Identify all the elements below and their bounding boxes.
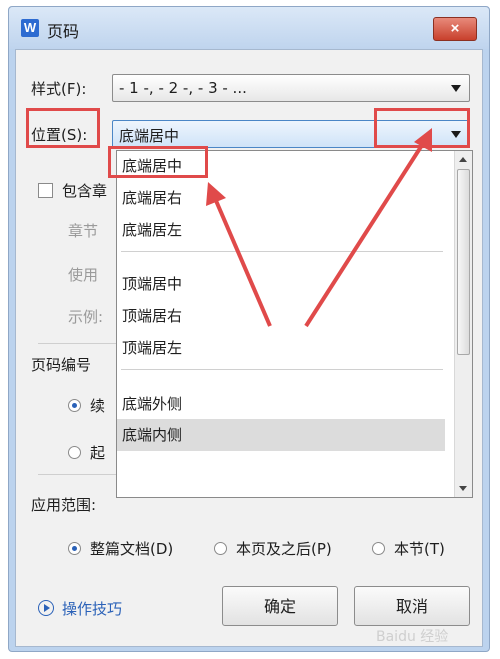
apply-range-label: 应用范围:	[31, 496, 97, 514]
annotation-box-dropdown-arrow	[374, 108, 470, 148]
apply-this-page-onward-label: 本页及之后(P)	[236, 540, 332, 558]
dropdown-scrollbar[interactable]	[454, 151, 472, 497]
page-number-dialog: W 页码 × 样式(F): - 1 -, - 2 -, - 3 - ... 位置…	[8, 6, 490, 652]
annotation-box-position-label	[26, 108, 100, 148]
style-select[interactable]: - 1 -, - 2 -, - 3 - ...	[112, 74, 470, 102]
close-button[interactable]: ×	[433, 17, 477, 41]
use-separator-label: 使用	[68, 266, 99, 284]
ok-button[interactable]: 确定	[222, 586, 338, 626]
chapter-start-label: 章节	[68, 222, 99, 240]
numbering-section-label: 页码编号	[31, 356, 92, 374]
apply-whole-document-radio[interactable]	[68, 542, 81, 555]
list-item[interactable]: 底端外侧	[122, 393, 182, 414]
continue-numbering-label: 续	[90, 397, 106, 415]
play-circle-icon[interactable]	[38, 600, 54, 616]
annotation-box-selected-option	[108, 146, 208, 178]
cancel-button[interactable]: 取消	[354, 586, 470, 626]
scrollbar-thumb[interactable]	[457, 169, 470, 355]
apply-whole-document-label: 整篇文档(D)	[90, 540, 174, 558]
title-bar: W 页码 ×	[9, 7, 489, 49]
scroll-down-icon[interactable]	[459, 486, 467, 491]
chevron-down-icon	[451, 85, 461, 92]
watermark: Baidu 经验	[376, 629, 449, 645]
list-item[interactable]: 底端居左	[122, 219, 182, 240]
style-label: 样式(F):	[31, 80, 87, 98]
example-label: 示例:	[68, 308, 104, 326]
wps-app-icon: W	[21, 19, 39, 37]
start-numbering-label: 起	[90, 444, 106, 462]
play-triangle-icon	[44, 604, 50, 612]
list-divider	[121, 369, 443, 370]
style-select-value: - 1 -, - 2 -, - 3 - ...	[119, 79, 247, 97]
list-item[interactable]: 顶端居中	[122, 273, 182, 294]
apply-this-page-onward-radio[interactable]	[214, 542, 227, 555]
list-item[interactable]: 底端居右	[122, 187, 182, 208]
include-chapter-label: 包含章	[62, 182, 108, 200]
position-dropdown-list: 底端居中 底端居右 底端居左 顶端居中 顶端居右 顶端居左 底端外侧 底端内侧	[116, 150, 473, 498]
apply-this-section-radio[interactable]	[372, 542, 385, 555]
list-divider	[121, 251, 443, 252]
list-item[interactable]: 顶端居左	[122, 337, 182, 358]
list-item[interactable]: 顶端居右	[122, 305, 182, 326]
continue-numbering-radio[interactable]	[68, 399, 81, 412]
scroll-up-icon[interactable]	[459, 157, 467, 162]
include-chapter-checkbox[interactable]	[38, 183, 53, 198]
list-item-highlighted[interactable]: 底端内侧	[117, 419, 445, 451]
apply-this-section-label: 本节(T)	[394, 540, 445, 558]
tips-link[interactable]: 操作技巧	[62, 598, 122, 619]
dialog-title: 页码	[47, 22, 80, 41]
start-numbering-radio[interactable]	[68, 446, 81, 459]
position-select-value: 底端居中	[119, 127, 180, 145]
